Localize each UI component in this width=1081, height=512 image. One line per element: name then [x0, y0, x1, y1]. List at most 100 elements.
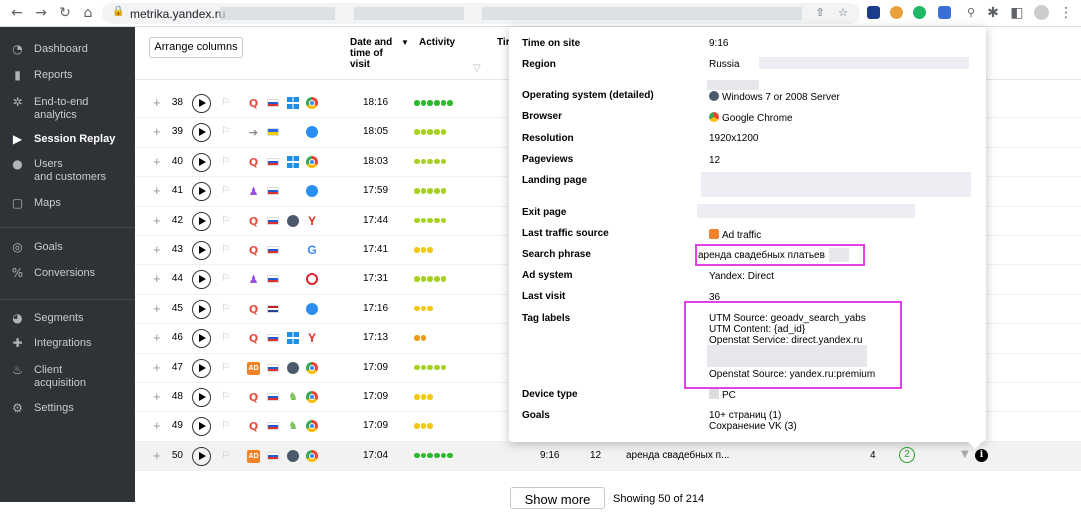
bookmark-flag-icon[interactable]: ⚐	[221, 362, 230, 373]
bookmark-star-icon[interactable]: ☆	[835, 5, 851, 21]
table-row[interactable]: +50 ⚐ AD 17:04 9:16 12 аренда свадебных п... 4 2…	[135, 441, 1081, 472]
column-header-time[interactable]: Tir	[497, 37, 510, 48]
expand-icon[interactable]: +	[153, 272, 161, 285]
expand-icon[interactable]: +	[153, 390, 161, 403]
activity-dots	[414, 100, 454, 106]
expand-icon[interactable]: +	[153, 449, 161, 462]
bookmark-flag-icon[interactable]: ⚐	[221, 273, 230, 284]
bookmark-flag-icon[interactable]: ⚐	[221, 420, 230, 431]
expand-icon[interactable]: +	[153, 125, 161, 138]
segments-icon: ◕	[12, 311, 23, 325]
bookmark-flag-icon[interactable]: ⚐	[221, 332, 230, 343]
funnel-icon[interactable]: ▼	[961, 449, 969, 460]
popup-key: Browser	[522, 111, 563, 122]
tag-label-line: Openstat Source: yandex.ru:premium	[709, 369, 876, 380]
activity-dots	[414, 364, 447, 371]
play-replay-button[interactable]	[192, 329, 211, 349]
reload-icon[interactable]: ↻	[57, 5, 73, 21]
expand-icon[interactable]: +	[153, 96, 161, 109]
browser-value: Google Chrome	[709, 112, 793, 125]
extension-icon[interactable]	[938, 6, 951, 19]
column-header-activity[interactable]: Activity	[419, 37, 455, 48]
bookmark-flag-icon[interactable]: ⚐	[221, 450, 230, 461]
address-bar[interactable]: 🔒 metrika.yandex.ru ⇧ ☆	[102, 3, 860, 24]
expand-icon[interactable]: +	[153, 302, 161, 315]
column-header-datetime[interactable]: Date and time of visit	[350, 37, 398, 70]
info-icon[interactable]: i	[975, 448, 988, 462]
expand-icon[interactable]: +	[153, 361, 161, 374]
visit-details-popup: Time on site Region Operating system (deta…	[509, 27, 986, 442]
goals-badge[interactable]: 2	[899, 446, 915, 463]
sidebar-item-label: Reports	[34, 69, 73, 81]
bookmark-flag-icon[interactable]: ⚐	[221, 215, 230, 226]
share-icon[interactable]: ⇧	[812, 5, 828, 21]
bookmark-flag-icon[interactable]: ⚐	[221, 303, 230, 314]
sidepanel-icon[interactable]: ◧	[1009, 5, 1025, 21]
extension-icon[interactable]	[913, 6, 926, 19]
bookmark-flag-icon[interactable]: ⚐	[221, 185, 230, 196]
browser-chrome-icon	[306, 449, 318, 462]
os-and-icon: ♞	[288, 419, 298, 433]
extensions-puzzle-icon[interactable]: ✱	[985, 5, 1001, 21]
row-number: 43	[171, 244, 183, 255]
traffic-source-search-icon: Q	[248, 155, 259, 169]
bookmark-flag-icon[interactable]: ⚐	[221, 156, 230, 167]
lock-icon: 🔒	[112, 6, 125, 17]
visit-time: 17:16	[363, 302, 389, 314]
bookmark-flag-icon[interactable]: ⚐	[221, 126, 230, 137]
bookmark-flag-icon[interactable]: ⚐	[221, 244, 230, 255]
goals-icon: ◎	[12, 240, 23, 254]
popup-key: Ad system	[522, 270, 573, 281]
row-number: 39	[171, 126, 183, 138]
play-replay-button[interactable]	[192, 358, 211, 378]
expand-icon[interactable]: +	[153, 419, 161, 432]
expand-icon[interactable]: +	[153, 243, 161, 256]
visit-time: 17:59	[363, 185, 389, 197]
play-replay-button[interactable]	[192, 299, 211, 319]
browser-safari-icon	[306, 126, 318, 139]
country-flag-ru-icon	[267, 393, 279, 401]
bookmark-flag-icon[interactable]: ⚐	[221, 97, 230, 108]
sort-desc-icon[interactable]: ▼	[401, 37, 409, 48]
visit-time: 17:04	[363, 449, 389, 461]
play-replay-button[interactable]	[192, 94, 211, 113]
play-replay-button[interactable]	[192, 152, 211, 172]
menu-kebab-icon[interactable]: ⋮	[1058, 5, 1074, 21]
expand-icon[interactable]: +	[153, 331, 161, 344]
home-icon[interactable]: ⌂	[80, 5, 96, 21]
expand-icon[interactable]: +	[153, 155, 161, 168]
forward-icon[interactable]: →	[33, 5, 49, 21]
play-replay-button[interactable]	[192, 211, 211, 231]
sidebar-item-label: Integrations	[34, 337, 92, 349]
arrange-columns-button[interactable]: Arrange columns	[149, 37, 243, 58]
play-replay-button[interactable]	[192, 388, 211, 407]
traffic-source-search-icon: Q	[248, 97, 259, 110]
chrome-icon	[709, 112, 719, 122]
filter-icon[interactable]: ▽	[473, 63, 481, 74]
play-replay-button[interactable]	[192, 270, 211, 290]
extension-icon[interactable]	[867, 6, 880, 19]
back-icon[interactable]: ←	[9, 5, 25, 21]
bookmark-flag-icon[interactable]: ⚐	[221, 391, 230, 402]
tag-label-line: UTM Source: geoadv_search_yabs	[709, 313, 866, 324]
visit-time: 17:13	[363, 332, 389, 344]
play-replay-button[interactable]	[192, 182, 211, 202]
country-flag-ru-icon	[267, 187, 279, 196]
popup-key: Tag labels	[522, 313, 571, 324]
popup-key: Last visit	[522, 291, 566, 302]
windows7-icon	[709, 91, 719, 101]
expand-icon[interactable]: +	[153, 184, 161, 197]
play-replay-button[interactable]	[192, 241, 211, 260]
browser-value-text: Google Chrome	[722, 113, 793, 124]
expand-icon[interactable]: +	[153, 214, 161, 227]
visit-time: 17:44	[363, 214, 389, 226]
device-type-value: PC	[709, 389, 736, 402]
show-more-button[interactable]: Show more	[510, 487, 605, 509]
play-replay-button[interactable]	[192, 123, 211, 143]
play-replay-button[interactable]	[192, 417, 211, 437]
activity-dots	[414, 394, 434, 400]
filter-extension-icon[interactable]: ⚲	[963, 5, 979, 21]
play-replay-button[interactable]	[192, 446, 211, 466]
extension-icon[interactable]	[890, 6, 903, 19]
profile-avatar[interactable]	[1034, 5, 1049, 20]
